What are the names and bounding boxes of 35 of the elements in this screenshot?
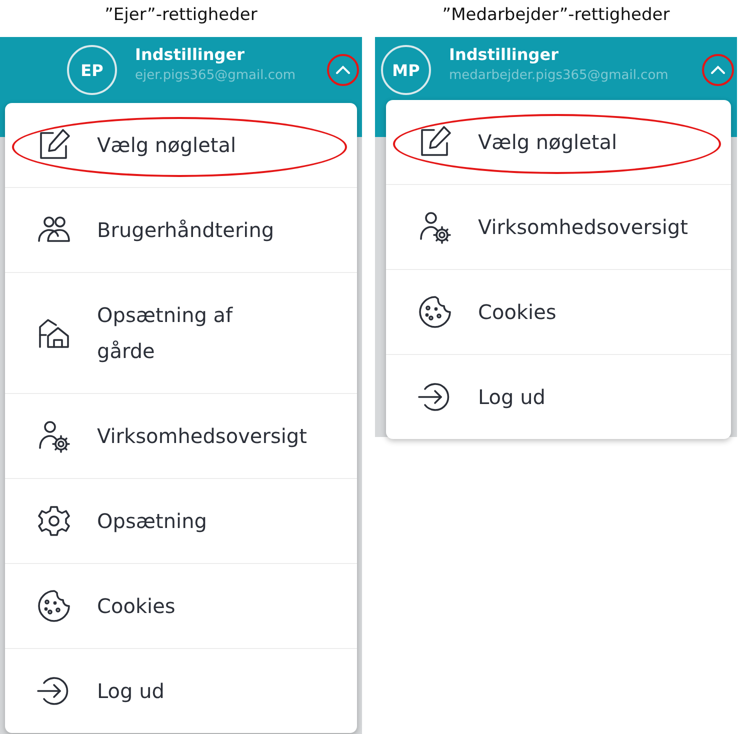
menu-item[interactable]: Log ud <box>386 354 731 439</box>
chevron-up-icon <box>710 65 726 75</box>
menu-item[interactable]: Log ud <box>5 648 357 733</box>
menu-item-label: Vælg nøgletal <box>478 129 618 156</box>
panel-caption: ”Medarbejder”-rettigheder <box>441 4 671 27</box>
menu-item-label: Opsætning af gårde <box>97 302 234 365</box>
user-email: medarbejder.pigs365@gmail.com <box>449 68 668 83</box>
menu-item-label: Cookies <box>478 299 556 326</box>
menu-item[interactable]: Virksomhedsoversigt <box>5 393 357 478</box>
menu-item-label: Log ud <box>478 384 546 411</box>
menu-item-label: Brugerhåndtering <box>97 217 274 244</box>
settings-icon <box>36 503 72 539</box>
user-email: ejer.pigs365@gmail.com <box>135 68 296 83</box>
menu-title: Indstillinger <box>449 45 560 64</box>
menu-item[interactable]: Vælg nøgletal <box>386 100 731 184</box>
menu-item[interactable]: Vælg nøgletal <box>5 103 357 187</box>
person-gear-icon <box>417 209 453 245</box>
menu-item-label: Virksomhedsoversigt <box>97 423 307 450</box>
cookie-icon <box>36 588 72 624</box>
menu-item[interactable]: Virksomhedsoversigt <box>386 184 731 269</box>
cookie-icon <box>417 294 453 330</box>
menu-item-label: Cookies <box>97 593 176 620</box>
menu-item-label: Log ud <box>97 678 164 705</box>
menu-item-label: Virksomhedsoversigt <box>478 214 688 241</box>
menu-title: Indstillinger <box>135 45 246 64</box>
menu-item-label: Vælg nøgletal <box>97 132 236 159</box>
chevron-up-icon <box>335 65 351 75</box>
menu-item[interactable]: Cookies <box>386 269 731 354</box>
menu-item[interactable]: Cookies <box>5 563 357 648</box>
menu-item[interactable]: Opsætning af gårde <box>5 272 357 393</box>
menu-item[interactable]: Brugerhåndtering <box>5 187 357 272</box>
menu-item[interactable]: Opsætning <box>5 478 357 563</box>
person-gear-icon <box>36 418 72 454</box>
panel-caption: ”Ejer”-rettigheder <box>104 4 258 27</box>
menu-item-label: Opsætning <box>97 508 207 535</box>
